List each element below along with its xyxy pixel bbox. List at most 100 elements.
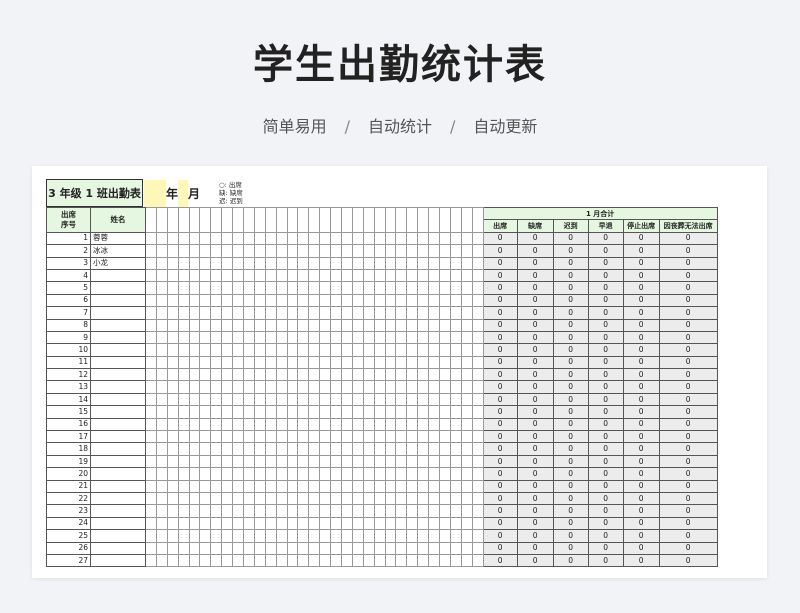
student-name[interactable] [90,442,146,456]
attendance-cell[interactable] [395,244,408,258]
attendance-cell[interactable] [275,281,288,295]
attendance-cell[interactable] [166,442,179,456]
attendance-cell[interactable] [406,442,419,456]
attendance-cell[interactable] [341,417,353,432]
attendance-cell[interactable] [243,541,255,555]
attendance-cell[interactable] [264,392,277,407]
attendance-cell[interactable] [297,516,310,531]
attendance-cell[interactable] [221,454,234,469]
attendance-cell[interactable] [232,231,245,246]
attendance-cell[interactable] [406,392,419,407]
attendance-cell[interactable] [439,479,451,494]
day-header-cell[interactable] [221,207,234,233]
attendance-cell[interactable] [286,330,299,345]
attendance-cell[interactable] [460,553,473,568]
attendance-cell[interactable] [384,516,397,531]
attendance-cell[interactable] [460,491,473,506]
attendance-cell[interactable] [243,231,255,246]
attendance-cell[interactable] [253,417,266,432]
attendance-cell[interactable] [439,516,451,531]
attendance-cell[interactable] [188,355,201,370]
attendance-cell[interactable] [449,281,462,295]
attendance-cell[interactable] [330,281,343,295]
attendance-cell[interactable] [373,330,386,345]
attendance-cell[interactable] [221,467,234,481]
attendance-cell[interactable] [319,392,332,407]
attendance-cell[interactable] [145,454,157,469]
attendance-cell[interactable] [210,491,223,506]
attendance-cell[interactable] [264,355,277,370]
attendance-cell[interactable] [460,529,473,543]
student-name[interactable] [90,430,146,444]
attendance-cell[interactable] [362,256,375,270]
attendance-cell[interactable] [308,244,321,258]
attendance-cell[interactable] [362,306,375,320]
attendance-cell[interactable] [351,417,364,432]
attendance-cell[interactable] [395,541,408,555]
attendance-cell[interactable] [275,479,288,494]
attendance-cell[interactable] [243,256,255,270]
attendance-cell[interactable] [297,343,310,357]
attendance-cell[interactable] [188,318,201,332]
attendance-cell[interactable] [384,504,397,518]
attendance-cell[interactable] [275,454,288,469]
attendance-cell[interactable] [319,430,332,444]
attendance-cell[interactable] [221,392,234,407]
attendance-cell[interactable] [188,430,201,444]
attendance-cell[interactable] [428,430,441,444]
attendance-cell[interactable] [221,553,234,568]
attendance-cell[interactable] [264,343,277,357]
attendance-cell[interactable] [275,405,288,419]
attendance-cell[interactable] [362,293,375,308]
attendance-cell[interactable] [275,417,288,432]
attendance-cell[interactable] [275,368,288,382]
student-name[interactable] [90,293,146,308]
attendance-cell[interactable] [199,442,212,456]
attendance-cell[interactable] [395,318,408,332]
attendance-cell[interactable] [177,330,190,345]
attendance-cell[interactable] [155,256,168,270]
attendance-cell[interactable] [308,355,321,370]
attendance-cell[interactable] [384,405,397,419]
attendance-cell[interactable] [297,380,310,394]
attendance-cell[interactable] [166,392,179,407]
day-header-cell[interactable] [351,207,364,233]
attendance-cell[interactable] [362,318,375,332]
attendance-cell[interactable] [330,231,343,246]
attendance-cell[interactable] [471,454,484,469]
attendance-cell[interactable] [308,504,321,518]
attendance-cell[interactable] [275,244,288,258]
attendance-cell[interactable] [341,281,353,295]
attendance-cell[interactable] [243,318,255,332]
attendance-cell[interactable] [166,553,179,568]
attendance-cell[interactable] [341,244,353,258]
attendance-cell[interactable] [232,281,245,295]
attendance-cell[interactable] [275,231,288,246]
attendance-cell[interactable] [243,430,255,444]
attendance-cell[interactable] [232,541,245,555]
attendance-cell[interactable] [362,380,375,394]
attendance-cell[interactable] [232,430,245,444]
attendance-cell[interactable] [275,355,288,370]
attendance-cell[interactable] [308,491,321,506]
attendance-cell[interactable] [384,343,397,357]
attendance-cell[interactable] [351,318,364,332]
attendance-cell[interactable] [319,504,332,518]
attendance-cell[interactable] [264,454,277,469]
attendance-cell[interactable] [177,417,190,432]
attendance-cell[interactable] [232,244,245,258]
attendance-cell[interactable] [166,479,179,494]
attendance-cell[interactable] [330,516,343,531]
attendance-cell[interactable] [155,454,168,469]
attendance-cell[interactable] [232,330,245,345]
attendance-cell[interactable] [341,380,353,394]
attendance-cell[interactable] [319,293,332,308]
attendance-cell[interactable] [210,553,223,568]
attendance-cell[interactable] [439,330,451,345]
attendance-cell[interactable] [286,293,299,308]
attendance-cell[interactable] [177,516,190,531]
attendance-cell[interactable] [221,529,234,543]
attendance-cell[interactable] [460,355,473,370]
attendance-cell[interactable] [286,479,299,494]
attendance-cell[interactable] [297,454,310,469]
